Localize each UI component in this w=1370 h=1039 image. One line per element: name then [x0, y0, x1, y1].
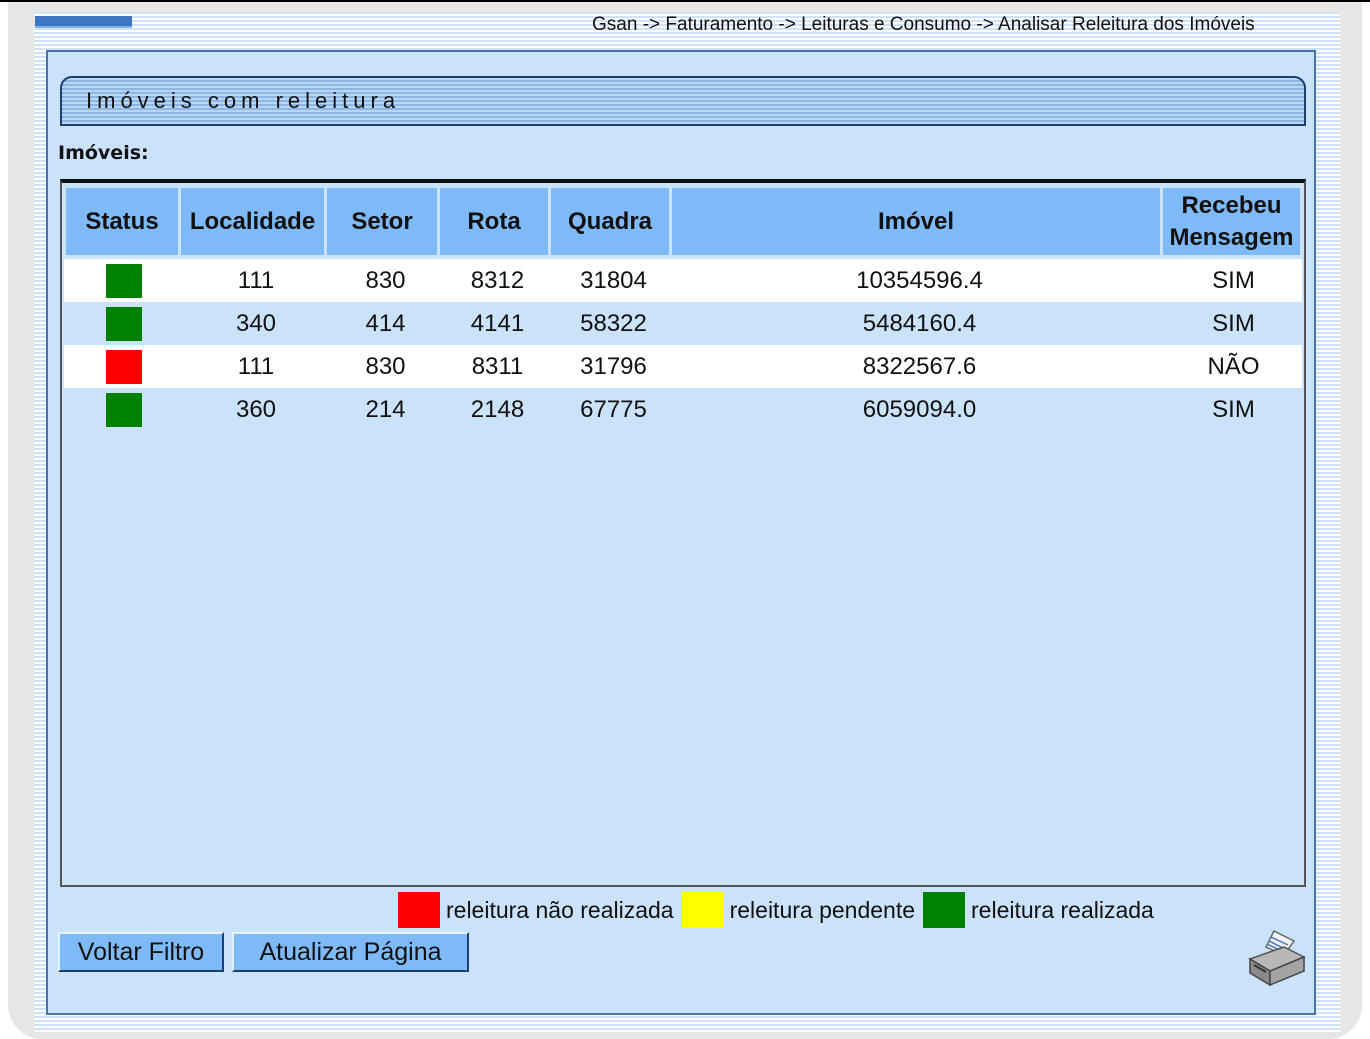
legend-swatch-realizada: [923, 892, 966, 928]
status-indicator: [105, 392, 142, 427]
recebeu-mensagem-cell: NÃO: [1207, 352, 1260, 380]
recebeu-mensagem-cell: SIM: [1212, 309, 1255, 337]
quadra-cell: 58322: [580, 309, 647, 337]
setor-cell: 830: [365, 352, 406, 380]
panel-titlebar: Imóveis com releitura: [60, 76, 1306, 126]
table-row: 360 214 2148 67775 6059094.0 SIM: [64, 388, 1302, 431]
printer-icon[interactable]: [1244, 929, 1308, 987]
header-localidade: Localidade: [181, 188, 327, 255]
legend-swatch-nao-realizada: [398, 892, 440, 928]
status-cell: [64, 345, 183, 388]
imoveis-table: Status Localidade Setor Rota Quadra Imóv…: [60, 179, 1306, 887]
status-indicator: [105, 306, 142, 341]
status-cell: [64, 302, 183, 345]
voltar-filtro-button[interactable]: Voltar Filtro: [58, 932, 224, 972]
header-imovel: Imóvel: [672, 188, 1163, 255]
localidade-cell: 111: [237, 266, 275, 294]
status-indicator: [105, 263, 142, 298]
imovel-cell: 5484160.4: [862, 309, 977, 337]
legend-swatch-pendente: [681, 892, 724, 928]
imovel-cell: 10354596.4: [856, 266, 983, 294]
quadra-cell: 67775: [580, 395, 647, 423]
legend-label-realizada: releitura realizada: [971, 896, 1154, 923]
quadra-cell: 31796: [580, 352, 647, 380]
legend-label-pendente: releitura pendente: [729, 896, 916, 923]
header-recebeu-mensagem: Recebeu Mensagem: [1163, 188, 1300, 255]
header-setor: Setor: [327, 188, 440, 255]
breadcrumb-text: Gsan -> Faturamento -> Leituras e Consum…: [592, 14, 1255, 35]
header-rota: Rota: [440, 188, 551, 255]
localidade-cell: 111: [237, 352, 275, 380]
status-legend: releitura não realizada releitura penden…: [398, 892, 1162, 928]
header-quadra: Quadra: [551, 188, 672, 255]
rota-cell: 8312: [470, 266, 525, 294]
quadra-cell: 31804: [580, 266, 647, 294]
rota-cell: 2148: [470, 395, 525, 423]
imovel-cell: 8322567.6: [862, 352, 977, 380]
table-row: 111 830 8311 31796 8322567.6 NÃO: [64, 345, 1302, 388]
breadcrumb: Gsan -> Faturamento -> Leituras e Consum…: [592, 14, 1318, 36]
menu-tab-stub: [35, 16, 132, 28]
setor-cell: 830: [365, 266, 406, 294]
table-row: 340 414 4141 58322 5484160.4 SIM: [64, 302, 1302, 345]
header-status: Status: [66, 188, 181, 255]
panel-title: Imóveis com releitura: [86, 88, 401, 113]
table-row: 111 830 8312 31804 10354596.4 SIM: [64, 259, 1302, 302]
imovel-cell: 6059094.0: [862, 395, 977, 423]
rota-cell: 4141: [470, 309, 525, 337]
table-header: Status Localidade Setor Rota Quadra Imóv…: [66, 188, 1300, 255]
section-label: Imóveis:: [58, 142, 149, 164]
localidade-cell: 340: [235, 309, 277, 337]
recebeu-mensagem-cell: SIM: [1212, 266, 1255, 294]
setor-cell: 414: [365, 309, 406, 337]
status-cell: [64, 388, 183, 431]
setor-cell: 214: [365, 395, 406, 423]
atualizar-pagina-button[interactable]: Atualizar Página: [232, 932, 469, 972]
rota-cell: 8311: [471, 352, 524, 380]
localidade-cell: 360: [235, 395, 277, 423]
recebeu-mensagem-cell: SIM: [1212, 395, 1255, 423]
status-indicator: [105, 349, 142, 384]
main-panel: Imóveis com releitura Imóveis: Status Lo…: [46, 50, 1316, 1015]
legend-label-nao-realizada: releitura não realizada: [446, 896, 674, 923]
table-body: 111 830 8312 31804 10354596.4 SIM 340 414 4141 58…: [64, 259, 1302, 431]
status-cell: [64, 259, 183, 302]
